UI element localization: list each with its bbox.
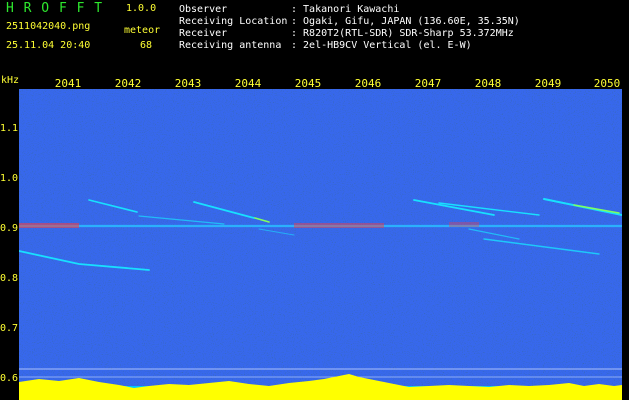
antenna-label: Receiving antenna (179, 40, 282, 51)
y-tick: 0.9 (0, 223, 19, 234)
location-value: : Ogaki, Gifu, JAPAN (136.60E, 35.35N) (291, 16, 520, 27)
app-title: H R O F F T (6, 1, 104, 16)
datetime-label: 25.11.04 20:40 (6, 40, 91, 51)
y-tick: 1.0 (0, 173, 19, 184)
y-tick: 0.8 (0, 273, 19, 284)
y-axis-unit: kHz (1, 75, 20, 86)
spectrogram (19, 89, 622, 400)
observer-value: : Takanori Kawachi (291, 4, 400, 15)
x-tick: 2041 (54, 77, 82, 90)
x-tick: 2042 (114, 77, 142, 90)
hrofft-window: H R O F F T 1.0.0 2511042040.png 25.11.0… (0, 0, 629, 400)
meteor-count: 68 (140, 40, 153, 51)
x-tick: 2049 (534, 77, 562, 90)
y-tick: 0.6 (0, 373, 19, 384)
x-tick: 2050 (593, 77, 621, 90)
x-tick: 2044 (234, 77, 262, 90)
location-label: Receiving Location (179, 16, 288, 27)
x-tick: 2043 (174, 77, 202, 90)
observer-label: Observer (179, 4, 228, 15)
x-tick: 2045 (294, 77, 322, 90)
app-version: 1.0.0 (126, 3, 157, 14)
x-tick: 2048 (474, 77, 502, 90)
receiver-value: : R820T2(RTL-SDR) SDR-Sharp 53.372MHz (291, 28, 514, 39)
y-tick: 1.1 (0, 123, 19, 134)
x-tick: 2047 (414, 77, 442, 90)
antenna-value: : 2el-HB9CV Vertical (el. E-W) (291, 40, 472, 51)
meteor-label: meteor (124, 25, 161, 36)
receiver-label: Receiver (179, 28, 228, 39)
y-tick: 0.7 (0, 323, 19, 334)
x-tick: 2046 (354, 77, 382, 90)
filename-label: 2511042040.png (6, 21, 91, 32)
